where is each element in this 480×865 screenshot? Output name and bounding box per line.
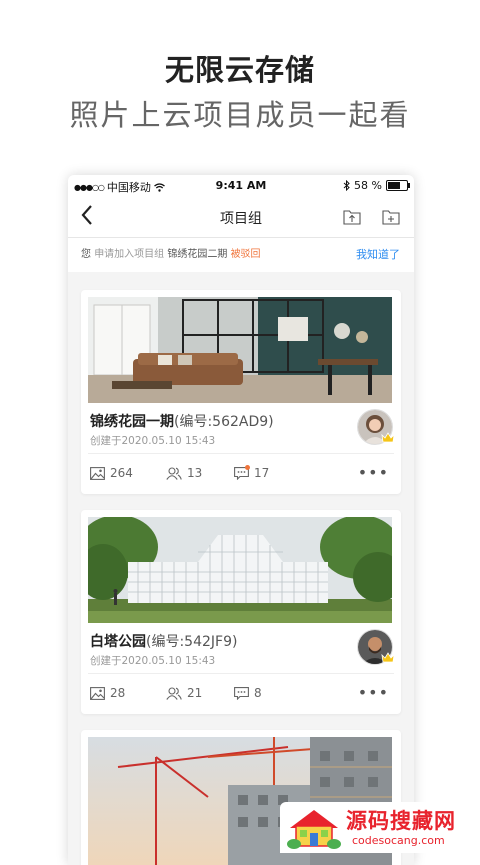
members-icon [166,466,182,480]
comment-count-value: 8 [254,686,262,700]
house-logo-icon [287,810,341,849]
phone-screen: ●●●○○ 中国移动 9:41 AM 58 % 项目组 您 申请加入项目组 锦绣… [68,175,414,865]
battery-icon [386,180,410,191]
project-stats: 264 13 17 ••• [90,463,392,484]
member-count[interactable]: 13 [166,466,202,480]
photo-count[interactable]: 264 [90,466,133,480]
notice-prefix: 您 [81,249,91,260]
photo-count-value: 28 [110,686,126,700]
project-code: (编号:562AD9) [174,414,274,430]
watermark-logo: 源码搜藏网 codesocang.com [280,802,480,853]
project-photo-pavilion[interactable] [88,517,392,623]
project-card[interactable]: 白塔公园(编号:542JF9) 创建于2020.05.10 15:43 28 2… [81,510,401,714]
crown-badge-icon [381,652,395,663]
notice-status: 被驳回 [230,249,261,260]
nav-bar: 项目组 [68,197,414,238]
comment-count[interactable]: 8 [234,686,262,700]
folder-upload-icon[interactable] [343,209,361,225]
project-stats: 28 21 8 ••• [90,683,392,704]
watermark-url: codesocang.com [352,834,445,847]
project-created-date: 创建于2020.05.10 15:43 [90,655,216,667]
join-request-notice: 您 申请加入项目组 锦绣花园二期 被驳回 我知道了 [68,238,414,272]
member-count-value: 13 [187,466,203,480]
dismiss-notice-button[interactable]: 我知道了 [356,238,400,272]
comment-count-value: 17 [254,466,270,480]
image-icon [90,466,105,480]
project-card[interactable]: 锦绣花园一期(编号:562AD9) 创建于2020.05.10 15:43 26… [81,290,401,494]
promo-title: 无限云存储 [164,53,315,87]
project-created-date: 创建于2020.05.10 15:43 [90,435,216,447]
image-icon [90,686,105,700]
more-options-icon[interactable]: ••• [358,683,389,702]
project-title[interactable]: 白塔公园(编号:542JF9) [90,631,237,651]
photo-count-value: 264 [110,466,133,480]
notice-project-name: 锦绣花园二期 [167,249,228,260]
notice-request-text: 申请加入项目组 [94,249,165,260]
project-name: 白塔公园 [90,634,146,650]
crown-badge-icon [381,432,395,443]
page-title: 项目组 [220,211,262,227]
watermark-title: 源码搜藏网 [346,809,456,833]
project-name: 锦绣花园一期 [90,414,174,430]
more-options-icon[interactable]: ••• [358,463,389,482]
project-code: (编号:542JF9) [146,634,238,650]
member-count-value: 21 [187,686,203,700]
member-count[interactable]: 21 [166,686,202,700]
project-title[interactable]: 锦绣花园一期(编号:562AD9) [90,411,274,431]
comment-count[interactable]: 17 [234,465,270,480]
project-photo-interior[interactable] [88,297,392,403]
new-comment-dot [245,465,250,470]
comment-icon [234,686,249,700]
status-bar: ●●●○○ 中国移动 9:41 AM 58 % [68,175,414,197]
photo-count[interactable]: 28 [90,686,125,700]
members-icon [166,686,182,700]
bluetooth-icon [343,180,350,191]
battery-percent: 58 % [354,179,382,192]
folder-add-icon[interactable] [382,209,400,225]
promo-subtitle: 照片上云项目成员一起看 [69,98,411,132]
